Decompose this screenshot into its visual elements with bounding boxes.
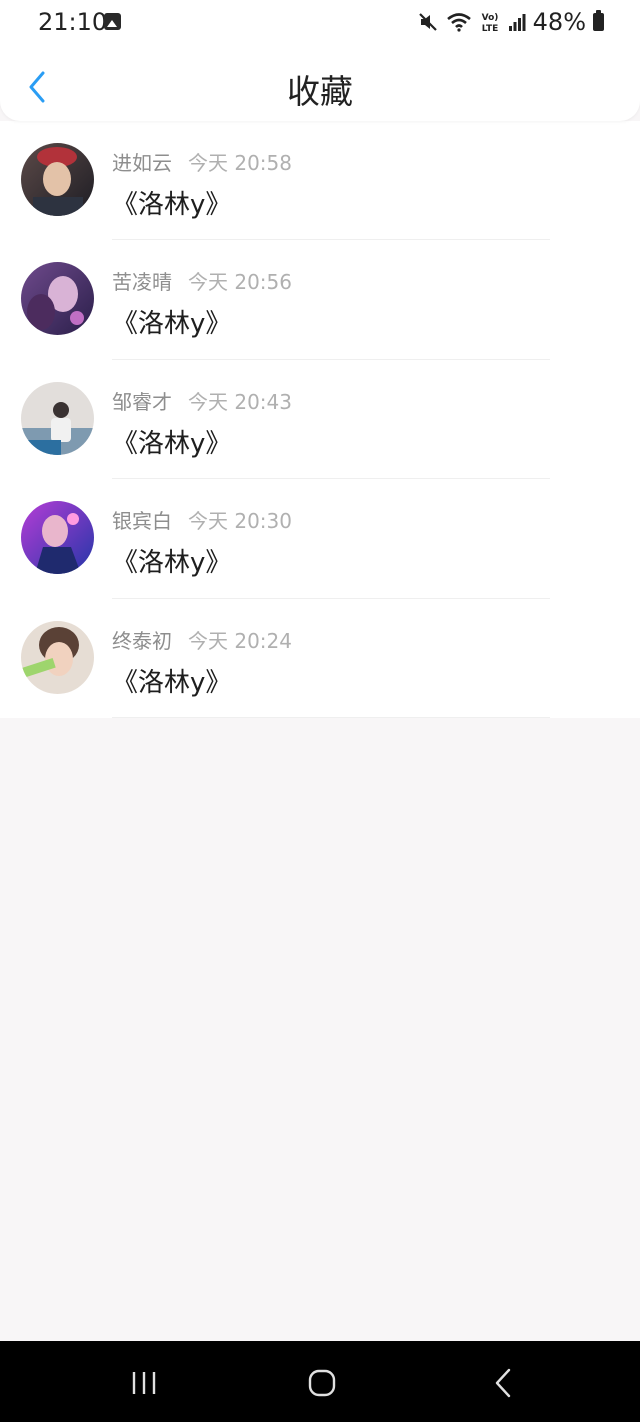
- author-name: 进如云: [112, 151, 172, 175]
- timestamp: 今天 20:56: [188, 270, 292, 295]
- volte-icon: Vo) LTE: [481, 13, 498, 34]
- photo-notification-icon: [104, 13, 121, 30]
- timestamp: 今天 20:30: [188, 509, 292, 534]
- list-item[interactable]: 苦凌晴 今天 20:56 《洛林y》: [0, 240, 640, 360]
- home-button[interactable]: [300, 1361, 344, 1405]
- home-icon: [308, 1369, 336, 1397]
- author-name: 苦凌晴: [112, 270, 172, 295]
- avatar[interactable]: [21, 143, 94, 216]
- favorite-content[interactable]: 《洛林y》: [112, 303, 231, 340]
- list-item[interactable]: 银宾白 今天 20:30 《洛林y》: [0, 479, 640, 599]
- favorite-content[interactable]: 《洛林y》: [112, 184, 231, 221]
- divider: [112, 716, 550, 718]
- svg-text:Vo): Vo): [481, 13, 498, 23]
- timestamp: 今天 20:24: [188, 628, 292, 653]
- status-time: 21:10: [38, 8, 108, 36]
- mute-icon: [418, 13, 437, 31]
- timestamp: 今天 20:43: [188, 389, 292, 414]
- item-header: 苦凌晴 今天 20:56: [112, 266, 292, 295]
- item-header: 进如云 今天 20:58: [112, 147, 292, 176]
- favorites-list: 进如云 今天 20:58 《洛林y》 苦凌晴 今天 20:56 《洛林y》 邹睿…: [0, 121, 640, 718]
- favorite-content[interactable]: 《洛林y》: [112, 662, 231, 699]
- battery-percent: 48%: [532, 8, 586, 36]
- recents-button[interactable]: [122, 1361, 166, 1405]
- author-name: 终泰初: [112, 628, 172, 653]
- item-header: 银宾白 今天 20:30: [112, 505, 292, 534]
- status-icons: Vo) LTE 48%: [417, 8, 604, 36]
- list-item[interactable]: 进如云 今天 20:58 《洛林y》: [0, 121, 640, 241]
- wifi-icon: [446, 13, 471, 32]
- recents-icon: [132, 1372, 156, 1394]
- avatar[interactable]: [21, 620, 94, 694]
- list-item[interactable]: 邹睿才 今天 20:43 《洛林y》: [0, 360, 640, 480]
- favorite-content[interactable]: 《洛林y》: [112, 542, 231, 579]
- avatar[interactable]: [21, 262, 94, 336]
- back-icon: [495, 1368, 511, 1398]
- system-back-button[interactable]: [481, 1361, 525, 1405]
- system-navigation-bar: [0, 1341, 640, 1422]
- avatar[interactable]: [21, 501, 94, 575]
- author-name: 银宾白: [112, 509, 172, 534]
- timestamp: 今天 20:58: [188, 151, 292, 175]
- author-name: 邹睿才: [112, 389, 172, 414]
- svg-text:LTE: LTE: [481, 24, 498, 34]
- item-header: 邹睿才 今天 20:43: [112, 386, 292, 415]
- top-bar: 21:10 Vo) LTE 48% 收藏: [0, 0, 640, 121]
- avatar[interactable]: [21, 381, 94, 455]
- list-item[interactable]: 终泰初 今天 20:24 《洛林y》: [0, 599, 640, 718]
- item-header: 终泰初 今天 20:24: [112, 625, 292, 654]
- page-title: 收藏: [287, 72, 353, 111]
- battery-icon: [593, 10, 604, 31]
- favorite-content[interactable]: 《洛林y》: [112, 423, 231, 460]
- signal-icon: [508, 14, 526, 31]
